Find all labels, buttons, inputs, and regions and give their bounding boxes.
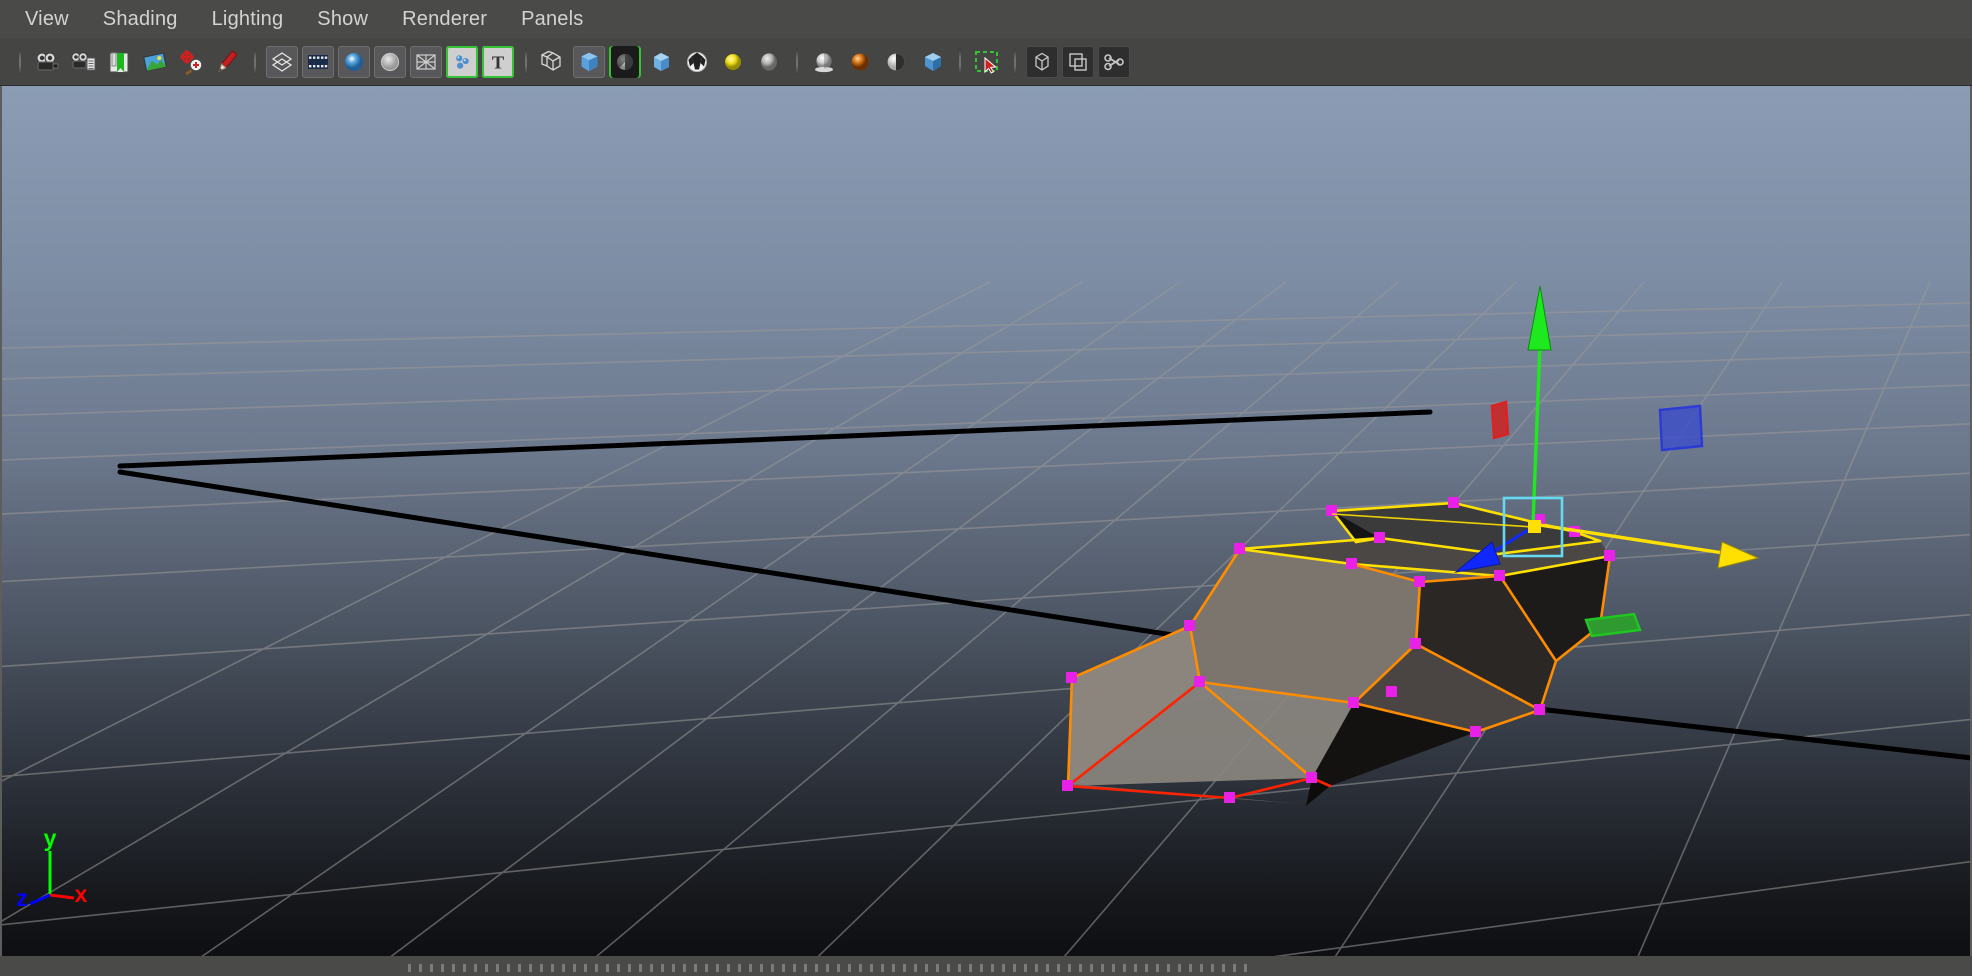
menu-item-shading[interactable]: Shading [92,6,189,32]
ambient-occlusion-icon[interactable] [844,46,876,78]
xray-joints-icon[interactable] [410,45,442,78]
film-gate-icon[interactable] [302,45,334,78]
menu-item-lighting[interactable]: Lighting [201,6,295,32]
manipulator-plane-handle-z [1658,404,1704,452]
bookmark-icon[interactable] [103,46,135,78]
camera-attributes-icon[interactable] [67,46,99,78]
axis-indicator-z-label: z [16,885,28,911]
camera-icon[interactable] [31,46,63,78]
world-axis-lines [117,409,1972,761]
panel-drag-handle[interactable] [408,964,1253,972]
toolbar-separator[interactable] [1008,47,1021,77]
manipulator-plane-handle-x [1490,400,1510,440]
menu-item-renderer[interactable]: Renderer [391,6,498,32]
flat-shade-icon[interactable] [645,46,677,78]
axis-indicator-x-label: x [75,881,88,907]
smooth-shade-all-icon[interactable] [573,45,605,78]
shade-wireframe-icon[interactable] [609,45,641,78]
axis-indicator-y-label: y [44,825,57,851]
grease-pencil-icon[interactable] [211,46,243,78]
3d-viewport[interactable]: y x z [0,86,1972,956]
axis-indicator-z-line [29,893,51,906]
toolbar-separator[interactable] [953,47,966,77]
toolbar-separator[interactable] [790,47,803,77]
text-overlay-icon[interactable]: T [482,45,514,78]
use-default-light-icon[interactable] [717,46,749,78]
particles-icon[interactable] [446,45,478,78]
axis-indicator: y x z [16,825,87,911]
resolution-gate-icon[interactable] [338,45,370,78]
use-all-lights-icon[interactable] [753,46,785,78]
xray-active-components-icon[interactable] [1062,45,1094,78]
xray-shading-icon[interactable] [1026,45,1058,78]
menu-item-panels[interactable]: Panels [510,6,594,32]
toolbar-separator[interactable] [519,47,532,77]
xray-joints-bone-icon[interactable] [1098,45,1130,78]
world-axis-x-far [1509,703,1972,761]
ground-grid [0,281,1972,956]
menu-item-show[interactable]: Show [306,6,379,32]
manipulator-arrow-y [1527,285,1552,351]
textured-icon[interactable] [681,46,713,78]
viewport-left-edge [0,86,2,956]
image-plane-icon[interactable] [139,46,171,78]
svg-text:T: T [492,52,504,72]
gate-mask-icon[interactable] [374,45,406,78]
screen-space-ao-icon[interactable] [916,46,948,78]
grid-toggle-icon[interactable] [266,45,298,78]
menu-item-view[interactable]: View [14,6,80,32]
wireframe-icon[interactable] [537,46,569,78]
maya-viewport-panel: View Shading Lighting Show Renderer Pane… [0,0,1972,976]
two-d-pan-zoom-icon[interactable] [175,46,207,78]
viewport-toolbar: T [0,38,1972,86]
high-quality-render-icon[interactable] [880,46,912,78]
isolate-select-icon[interactable] [971,46,1003,78]
axis-indicator-x-line [49,893,75,900]
toolbar-separator[interactable] [248,47,261,77]
world-axis-x [117,469,1208,643]
menu-bar: View Shading Lighting Show Renderer Pane… [0,0,1972,38]
toolbar-separator[interactable] [13,47,26,77]
manipulator-arrow-x [1717,541,1760,569]
viewport-canvas[interactable]: y x z [0,86,1972,956]
shadows-icon[interactable] [808,46,840,78]
polygon-mesh[interactable] [1062,497,1615,806]
